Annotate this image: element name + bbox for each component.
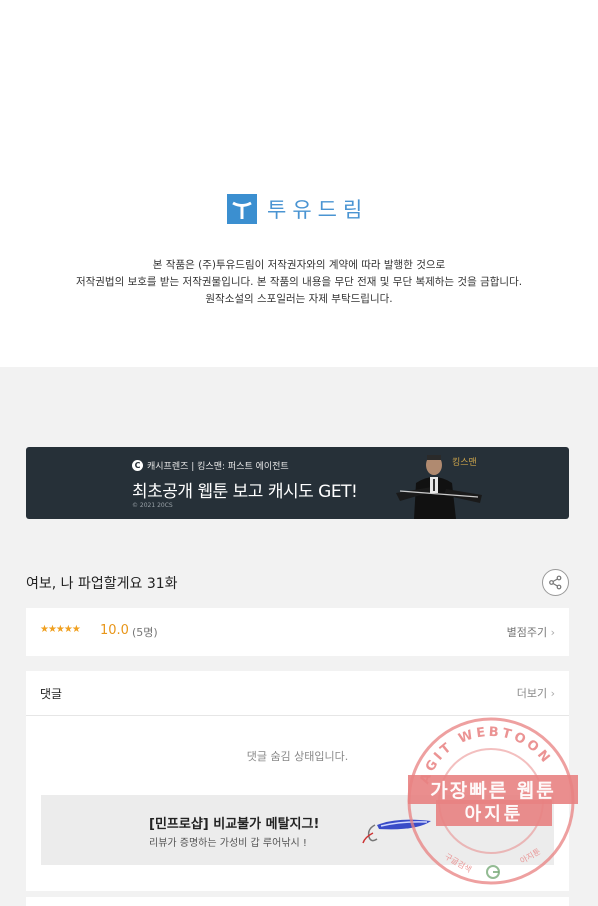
notice-line: 원작소설의 스포일러는 자제 부탁드립니다.	[205, 293, 393, 305]
google-g-icon	[486, 865, 500, 879]
rate-button[interactable]: 별점주기 ›	[507, 624, 555, 640]
comment-title: 댓글	[40, 687, 63, 701]
shop-ad-title: [민프로샵] 비교불가 메탈지그!	[149, 817, 320, 832]
rating-score: 10.0	[100, 623, 129, 638]
share-icon	[549, 575, 562, 590]
publisher-logo-icon	[227, 194, 257, 224]
watermark-right-text: 아지툰	[518, 846, 542, 866]
notice-line: 본 작품은 (주)투유드림이 저작권자와의 계약에 따라 발행한 것으로	[152, 259, 446, 271]
shop-ad-subtitle: 리뷰가 증명하는 가성비 갑 루어낚시 !	[149, 838, 307, 849]
chevron-right-icon: ›	[550, 626, 555, 639]
cashfriends-icon: C	[132, 460, 143, 471]
share-button[interactable]	[542, 569, 569, 596]
more-comments-link[interactable]: 더보기 ›	[517, 685, 555, 701]
rating-count: (5명)	[132, 626, 158, 639]
notice-line: 저작권법의 보호를 받는 저작권물입니다. 본 작품의 내용을 무단 전재 및 …	[75, 276, 523, 288]
banner-brand: C 캐시프렌즈 | 킹스맨: 퍼스트 에이전트	[132, 459, 289, 472]
rating-stars: ★★★★★	[40, 624, 81, 635]
ad-banner[interactable]: C 캐시프렌즈 | 킹스맨: 퍼스트 에이전트 최초공개 웹툰 보고 캐시도 G…	[26, 447, 569, 519]
watermark-line2: 아지툰	[436, 800, 552, 826]
publisher-section: 투유드림 본 작품은 (주)투유드림이 저작권자와의 계약에 따라 발행한 것으…	[0, 0, 598, 367]
episode-title: 여보, 나 파업할게요 31화	[26, 576, 178, 592]
rating-card: ★★★★★ 10.0 (5명) 별점주기 ›	[26, 608, 569, 656]
more-comments-label: 더보기	[516, 687, 548, 700]
movie-logo: 킹스맨	[452, 458, 477, 468]
banner-copyright: © 2021 20CS	[132, 502, 173, 509]
banner-brand-label: 캐시프렌즈 | 킹스맨: 퍼스트 에이전트	[147, 462, 289, 472]
rate-button-label: 별점주기	[506, 626, 548, 639]
copyright-notice: 본 작품은 (주)투유드림이 저작권자와의 계약에 따라 발행한 것으로 저작권…	[0, 257, 598, 308]
publisher-logo: 투유드림	[227, 194, 368, 224]
publisher-logo-text: 투유드림	[267, 198, 369, 222]
banner-headline: 최초공개 웹툰 보고 캐시도 GET!	[132, 482, 358, 502]
comment-header: 댓글 더보기 ›	[26, 671, 569, 716]
chevron-right-icon: ›	[550, 687, 555, 700]
next-card	[26, 897, 569, 906]
agent-figure-image	[396, 455, 482, 519]
